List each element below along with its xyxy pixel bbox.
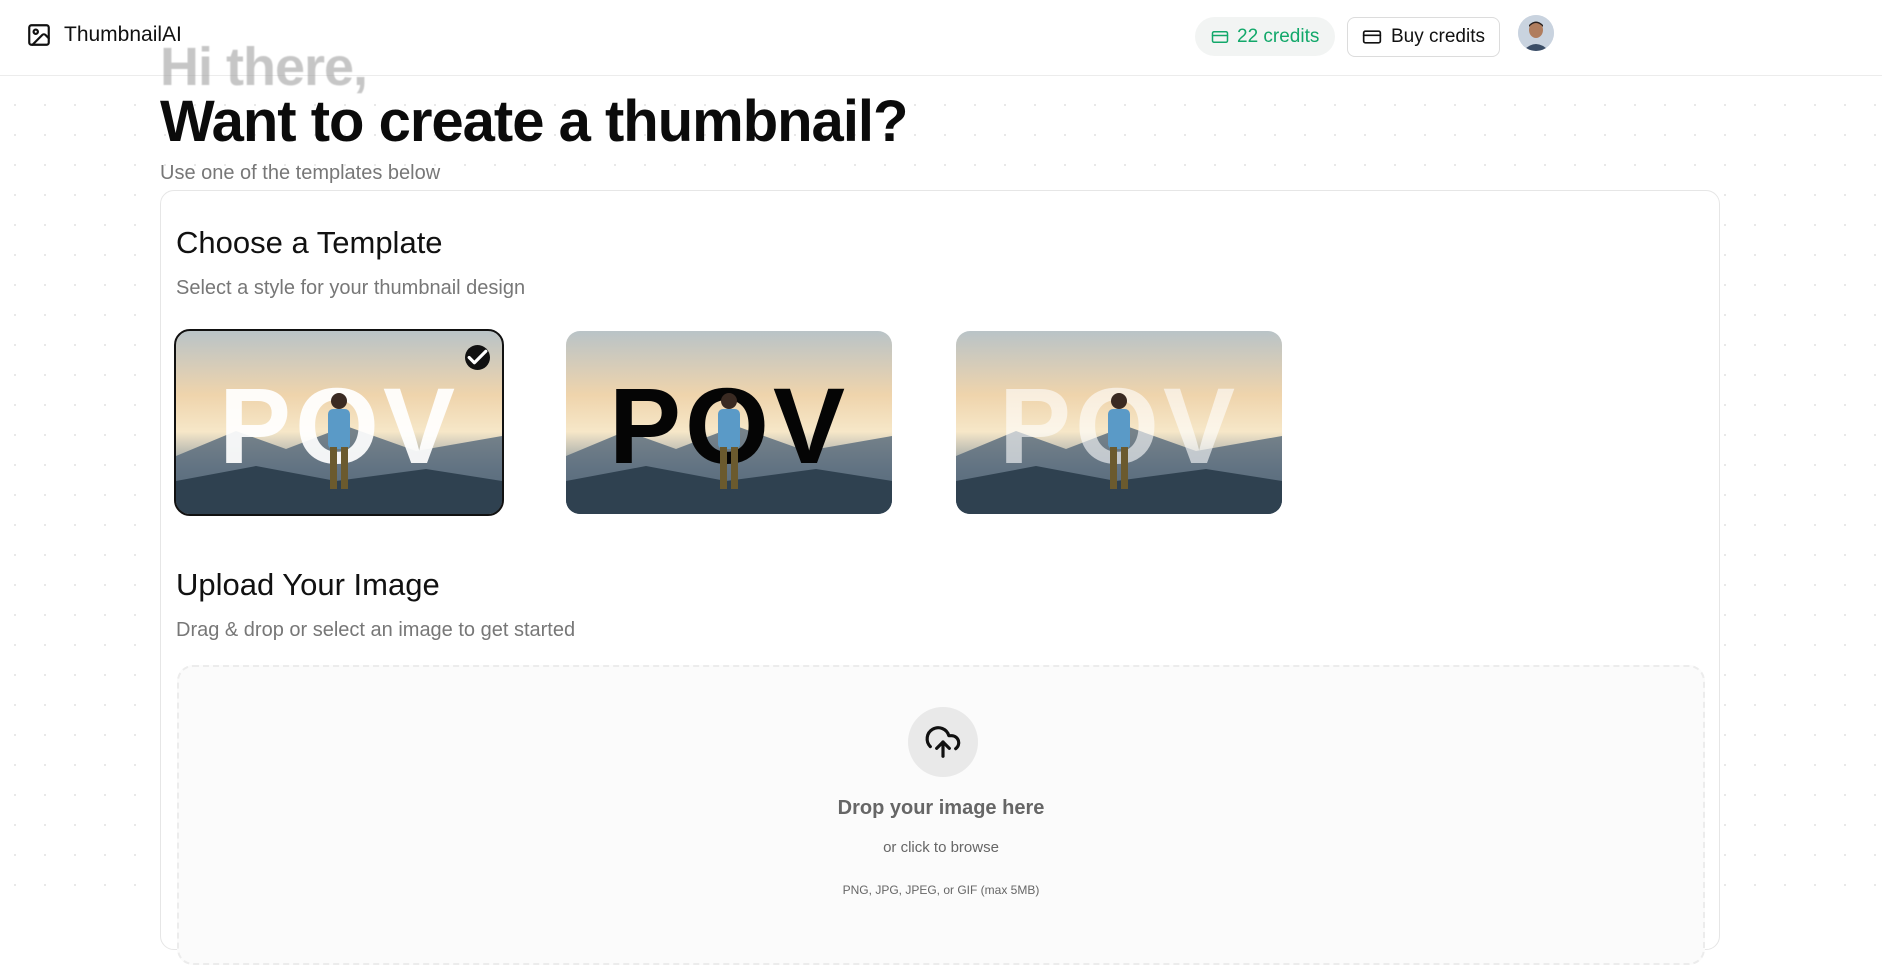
- image-dropzone[interactable]: Drop your image here or click to browse …: [177, 665, 1705, 965]
- credit-card-icon: [1211, 30, 1229, 43]
- page-subheadline: Use one of the templates below: [160, 162, 441, 184]
- user-avatar[interactable]: [1518, 15, 1554, 51]
- greeting-text: Hi there,: [160, 37, 368, 97]
- template-card-black[interactable]: POV: [566, 331, 892, 514]
- buy-credits-label: Buy credits: [1391, 26, 1485, 47]
- credits-label: 22 credits: [1237, 25, 1320, 47]
- choose-template-subtitle: Select a style for your thumbnail design: [176, 277, 526, 299]
- template-card-white[interactable]: POV: [174, 329, 504, 516]
- page-headline: Want to create a thumbnail?: [160, 89, 908, 154]
- selected-check-icon: [465, 345, 490, 370]
- buy-credits-button[interactable]: Buy credits: [1347, 17, 1500, 57]
- drop-title: Drop your image here: [837, 797, 1045, 819]
- credits-badge[interactable]: 22 credits: [1195, 17, 1336, 56]
- create-thumbnail-card: Choose a Template Select a style for you…: [160, 190, 1720, 965]
- drop-browse-text[interactable]: or click to browse: [179, 839, 1703, 856]
- credit-card-icon: [1362, 30, 1382, 44]
- choose-template-title: Choose a Template: [176, 225, 443, 260]
- image-icon: [28, 24, 50, 46]
- drop-file-types-note: PNG, JPG, JPEG, or GIF (max 5MB): [842, 883, 1040, 897]
- brand-logo[interactable]: ThumbnailAI: [26, 22, 182, 48]
- upload-title: Upload Your Image: [176, 567, 440, 602]
- cloud-upload-icon: [908, 707, 978, 777]
- upload-subtitle: Drag & drop or select an image to get st…: [176, 619, 576, 641]
- template-card-faded[interactable]: POV: [956, 331, 1282, 514]
